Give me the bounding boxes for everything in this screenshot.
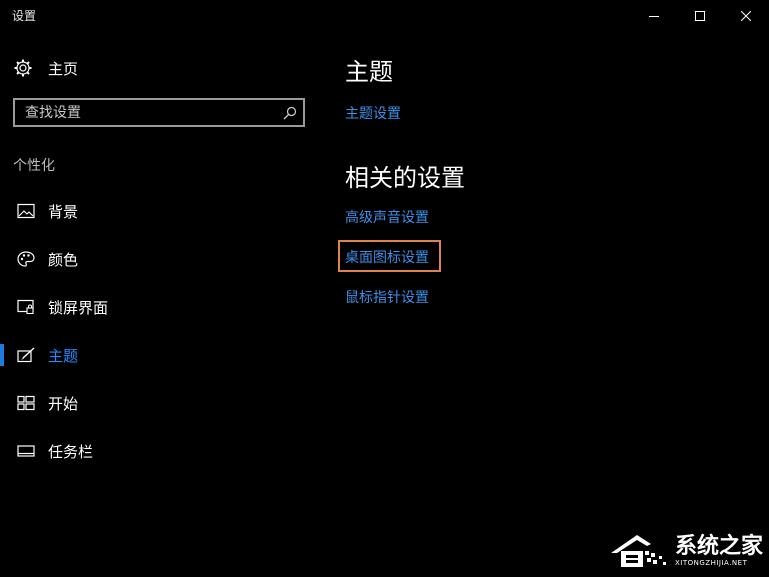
watermark-url-text: XITONGZHIJIA.NET bbox=[674, 559, 748, 567]
home-nav-item[interactable]: 主页 bbox=[14, 57, 78, 79]
title-bar: 设置 bbox=[0, 0, 769, 32]
watermark-main-text: 系统之家 bbox=[674, 534, 763, 559]
window-title: 设置 bbox=[12, 9, 37, 23]
search-box[interactable] bbox=[13, 98, 305, 127]
watermark-text: 系统之家 XITONGZHIJIA.NET bbox=[674, 534, 763, 568]
minimize-icon bbox=[649, 16, 659, 17]
sidebar-item-background[interactable]: 背景 bbox=[0, 191, 320, 231]
theme-brush-icon bbox=[17, 347, 35, 363]
minimize-button[interactable] bbox=[631, 0, 677, 32]
active-indicator bbox=[0, 344, 4, 366]
section-title: 个性化 bbox=[13, 158, 55, 174]
sidebar-item-label: 锁屏界面 bbox=[48, 299, 109, 317]
sidebar-item-colors[interactable]: 颜色 bbox=[0, 239, 320, 279]
start-grid-icon bbox=[17, 395, 35, 411]
sidebar-item-label: 主题 bbox=[48, 347, 79, 365]
mouse-pointer-settings-link[interactable]: 鼠标指针设置 bbox=[345, 287, 429, 307]
sidebar-item-themes[interactable]: 主题 bbox=[0, 335, 320, 375]
sidebar-item-taskbar[interactable]: 任务栏 bbox=[0, 431, 320, 471]
palette-icon bbox=[17, 251, 35, 267]
related-settings-heading: 相关的设置 bbox=[345, 164, 465, 192]
desktop-icon-settings-link[interactable]: 桌面图标设置 bbox=[345, 247, 429, 267]
search-icon[interactable] bbox=[283, 106, 297, 120]
sidebar-item-start[interactable]: 开始 bbox=[0, 383, 320, 423]
sidebar-item-lock-screen[interactable]: 锁屏界面 bbox=[0, 287, 320, 327]
house-logo-icon bbox=[610, 535, 666, 567]
advanced-sound-settings-link[interactable]: 高级声音设置 bbox=[345, 207, 429, 227]
search-input[interactable] bbox=[25, 103, 275, 123]
sidebar-item-label: 任务栏 bbox=[48, 443, 94, 461]
close-icon bbox=[741, 11, 751, 21]
sidebar-item-label: 颜色 bbox=[48, 251, 79, 269]
sidebar-item-label: 背景 bbox=[48, 203, 79, 221]
maximize-button[interactable] bbox=[677, 0, 723, 32]
image-icon bbox=[17, 203, 35, 219]
maximize-icon bbox=[695, 11, 705, 21]
taskbar-icon bbox=[17, 445, 35, 457]
close-button[interactable] bbox=[723, 0, 769, 32]
theme-settings-link[interactable]: 主题设置 bbox=[345, 103, 401, 123]
lock-screen-icon bbox=[17, 299, 34, 315]
watermark: 系统之家 XITONGZHIJIA.NET bbox=[607, 531, 763, 571]
home-label: 主页 bbox=[48, 59, 79, 78]
theme-heading: 主题 bbox=[345, 58, 393, 86]
sidebar-item-label: 开始 bbox=[48, 395, 79, 413]
gear-icon bbox=[14, 59, 32, 77]
